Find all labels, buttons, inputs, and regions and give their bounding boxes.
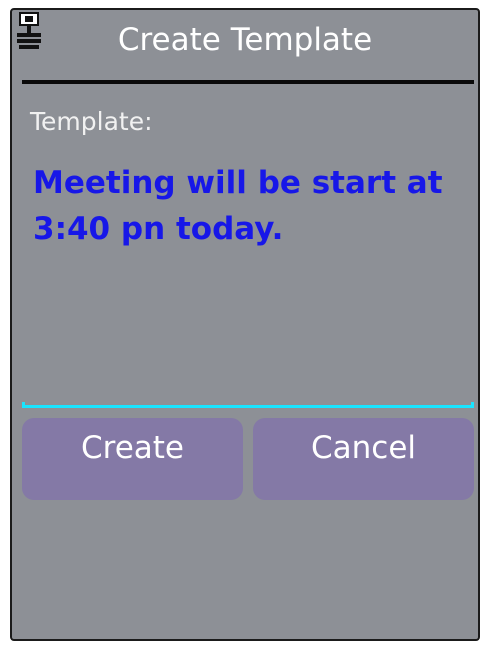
create-template-dialog: Create Template Template: Meeting will b… [10, 8, 480, 641]
create-button[interactable]: Create [22, 418, 243, 500]
dialog-title: Create Template [117, 22, 373, 58]
input-focus-underline [22, 402, 474, 408]
title-bar: Create Template [12, 10, 478, 72]
title-divider [22, 80, 474, 84]
template-label: Template: [30, 107, 153, 136]
template-text-value[interactable]: Meeting will be start at 3:40 pn today. [33, 160, 463, 252]
cancel-button[interactable]: Cancel [253, 418, 474, 500]
